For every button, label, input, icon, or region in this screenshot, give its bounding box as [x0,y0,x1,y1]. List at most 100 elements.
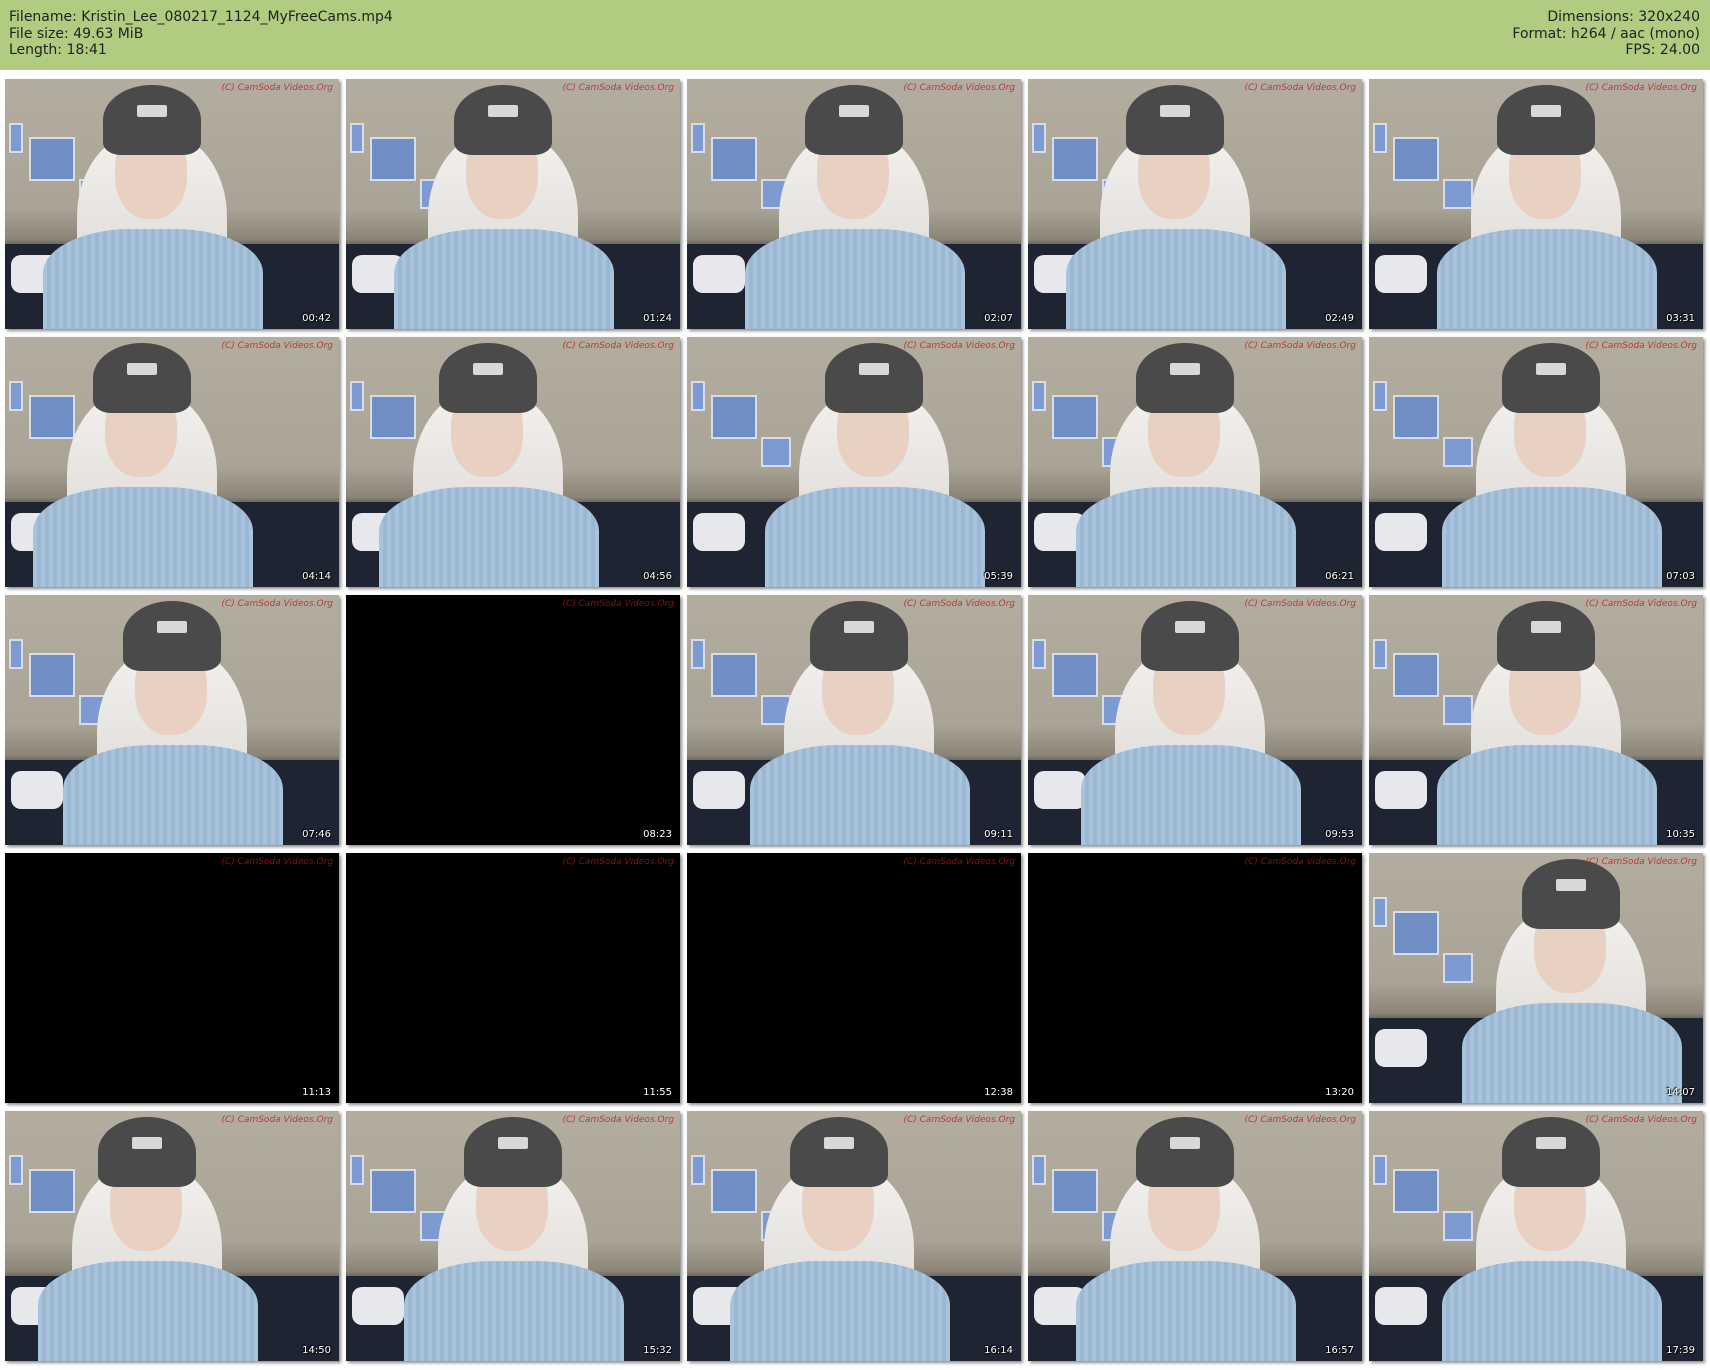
timestamp-label: 14:50 [302,1345,331,1356]
thumbnail-frame[interactable]: (C) CamSoda Videos.Org 10:35 [1369,595,1703,845]
thumbnail-frame[interactable]: (C) CamSoda Videos.Org 03:31 [1369,79,1703,329]
video-frame-image [5,337,339,587]
video-frame-image [1028,595,1362,845]
timestamp-label: 16:57 [1325,1345,1354,1356]
thumbnail-frame[interactable]: (C) CamSoda Videos.Org 13:20 [1028,853,1362,1103]
watermark-text: (C) CamSoda Videos.Org [1244,857,1356,867]
video-frame-image [346,337,680,587]
video-frame-image [346,79,680,329]
timestamp-label: 11:55 [643,1087,672,1098]
timestamp-label: 04:14 [302,571,331,582]
timestamp-label: 08:23 [643,829,672,840]
thumbnail-frame[interactable]: (C) CamSoda Videos.Org 07:46 [5,595,339,845]
watermark-text: (C) CamSoda Videos.Org [1244,1115,1356,1125]
video-frame-image [687,79,1021,329]
timestamp-label: 10:35 [1666,829,1695,840]
timestamp-label: 03:31 [1666,313,1695,324]
video-frame-image [1028,1111,1362,1361]
watermark-text: (C) CamSoda Videos.Org [903,857,1015,867]
thumbnail-grid: (C) CamSoda Videos.Org 00:42 (C) CamSoda V… [5,79,1703,1361]
thumbnail-frame[interactable]: (C) CamSoda Videos.Org 09:11 [687,595,1021,845]
watermark-text: (C) CamSoda Videos.Org [903,341,1015,351]
timestamp-label: 01:24 [643,313,672,324]
video-frame-image [5,595,339,845]
watermark-text: (C) CamSoda Videos.Org [221,341,333,351]
video-frame-image [687,1111,1021,1361]
video-frame-image [1028,337,1362,587]
video-frame-image [5,79,339,329]
timestamp-label: 12:38 [984,1087,1013,1098]
thumbnail-frame[interactable]: (C) CamSoda Videos.Org 14:07 [1369,853,1703,1103]
thumbnail-frame[interactable]: (C) CamSoda Videos.Org 09:53 [1028,595,1362,845]
video-frame-image [1028,79,1362,329]
thumbnail-frame[interactable]: (C) CamSoda Videos.Org 01:24 [346,79,680,329]
thumbnail-frame[interactable]: (C) CamSoda Videos.Org 11:13 [5,853,339,1103]
watermark-text: (C) CamSoda Videos.Org [221,83,333,93]
thumbnail-frame[interactable]: (C) CamSoda Videos.Org 16:57 [1028,1111,1362,1361]
timestamp-label: 05:39 [984,571,1013,582]
watermark-text: (C) CamSoda Videos.Org [562,1115,674,1125]
filename-text: Filename: Kristin_Lee_080217_1124_MyFree… [9,9,393,25]
watermark-text: (C) CamSoda Videos.Org [1585,857,1697,867]
file-info: Filename: Kristin_Lee_080217_1124_MyFree… [9,9,393,59]
thumbnail-frame[interactable]: (C) CamSoda Videos.Org 04:56 [346,337,680,587]
video-frame-image [1369,595,1703,845]
watermark-text: (C) CamSoda Videos.Org [221,857,333,867]
thumbnail-frame[interactable]: (C) CamSoda Videos.Org 14:50 [5,1111,339,1361]
timestamp-label: 06:21 [1325,571,1354,582]
timestamp-label: 13:20 [1325,1087,1354,1098]
thumbnail-frame[interactable]: (C) CamSoda Videos.Org 12:38 [687,853,1021,1103]
watermark-text: (C) CamSoda Videos.Org [903,83,1015,93]
watermark-text: (C) CamSoda Videos.Org [903,599,1015,609]
video-frame-image [687,337,1021,587]
watermark-text: (C) CamSoda Videos.Org [1585,1115,1697,1125]
timestamp-label: 16:14 [984,1345,1013,1356]
thumbnail-frame[interactable]: (C) CamSoda Videos.Org 15:32 [346,1111,680,1361]
watermark-text: (C) CamSoda Videos.Org [1244,83,1356,93]
watermark-text: (C) CamSoda Videos.Org [1585,341,1697,351]
video-frame-image [1369,1111,1703,1361]
watermark-text: (C) CamSoda Videos.Org [903,1115,1015,1125]
thumbnail-frame[interactable]: (C) CamSoda Videos.Org 06:21 [1028,337,1362,587]
thumbnail-frame[interactable]: (C) CamSoda Videos.Org 17:39 [1369,1111,1703,1361]
fps-text: FPS: 24.00 [1625,42,1700,58]
thumbnail-frame[interactable]: (C) CamSoda Videos.Org 16:14 [687,1111,1021,1361]
thumbnail-frame[interactable]: (C) CamSoda Videos.Org 05:39 [687,337,1021,587]
watermark-text: (C) CamSoda Videos.Org [562,599,674,609]
timestamp-label: 15:32 [643,1345,672,1356]
video-frame-image [1369,853,1703,1103]
thumbnail-frame[interactable]: (C) CamSoda Videos.Org 00:42 [5,79,339,329]
thumbnail-frame[interactable]: (C) CamSoda Videos.Org 08:23 [346,595,680,845]
thumbnail-frame[interactable]: (C) CamSoda Videos.Org 02:07 [687,79,1021,329]
video-frame-image [346,1111,680,1361]
timestamp-label: 04:56 [643,571,672,582]
dimensions-text: Dimensions: 320x240 [1547,9,1700,25]
format-text: Format: h264 / aac (mono) [1512,25,1700,42]
watermark-text: (C) CamSoda Videos.Org [1244,599,1356,609]
watermark-text: (C) CamSoda Videos.Org [562,83,674,93]
watermark-text: (C) CamSoda Videos.Org [1585,83,1697,93]
timestamp-label: 17:39 [1666,1345,1695,1356]
watermark-text: (C) CamSoda Videos.Org [562,857,674,867]
timestamp-label: 07:03 [1666,571,1695,582]
timestamp-label: 00:42 [302,313,331,324]
video-frame-image [1369,337,1703,587]
timestamp-label: 09:53 [1325,829,1354,840]
timestamp-label: 11:13 [302,1087,331,1098]
video-frame-image [5,1111,339,1361]
thumbnail-frame[interactable]: (C) CamSoda Videos.Org 11:55 [346,853,680,1103]
length-text: Length: 18:41 [9,42,107,58]
watermark-text: (C) CamSoda Videos.Org [221,599,333,609]
timestamp-label: 02:49 [1325,313,1354,324]
timestamp-label: 09:11 [984,829,1013,840]
video-frame-image [687,595,1021,845]
timestamp-label: 14:07 [1666,1087,1695,1098]
watermark-text: (C) CamSoda Videos.Org [1585,599,1697,609]
thumbnail-frame[interactable]: (C) CamSoda Videos.Org 02:49 [1028,79,1362,329]
thumbnail-frame[interactable]: (C) CamSoda Videos.Org 04:14 [5,337,339,587]
timestamp-label: 07:46 [302,829,331,840]
video-frame-image [1369,79,1703,329]
thumbnail-frame[interactable]: (C) CamSoda Videos.Org 07:03 [1369,337,1703,587]
watermark-text: (C) CamSoda Videos.Org [221,1115,333,1125]
watermark-text: (C) CamSoda Videos.Org [1244,341,1356,351]
